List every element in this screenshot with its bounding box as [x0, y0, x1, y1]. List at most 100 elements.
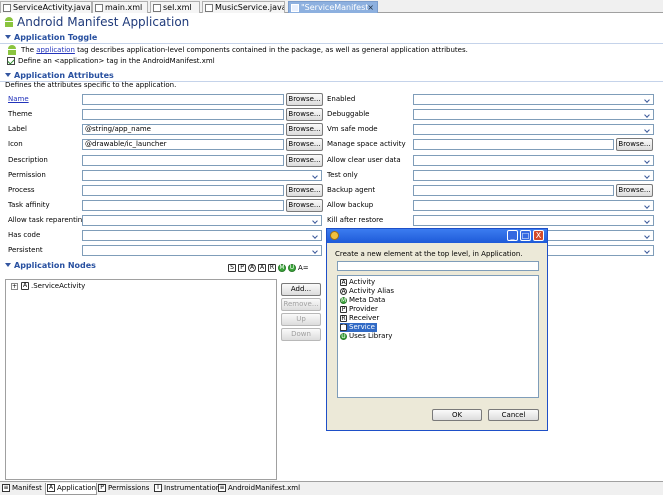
kill-after-restore-combo[interactable] — [413, 215, 654, 226]
has-code-combo[interactable] — [82, 230, 322, 241]
filter-provider-icon[interactable]: P — [238, 263, 246, 272]
enabled-label: Enabled — [327, 95, 356, 103]
filter-activity-icon[interactable]: A — [258, 263, 266, 272]
persistent-combo[interactable] — [82, 245, 322, 256]
list-item-activity-alias[interactable]: A Activity Alias — [340, 287, 396, 296]
process-input[interactable] — [82, 185, 284, 196]
task-affinity-browse-button[interactable]: Browse... — [286, 199, 323, 212]
list-item-activity[interactable]: A Activity — [340, 278, 377, 287]
chevron-down-icon[interactable] — [643, 202, 652, 209]
define-application-checkbox[interactable] — [7, 57, 15, 65]
chevron-down-icon[interactable] — [643, 157, 652, 164]
tab-application[interactable]: A Application — [45, 483, 97, 495]
test-only-combo[interactable] — [413, 170, 654, 181]
sort-alpha-icon[interactable]: A= — [298, 264, 309, 272]
filter-service-icon[interactable]: S — [228, 263, 236, 272]
manage-space-activity-input[interactable] — [413, 139, 614, 150]
allow-backup-combo[interactable] — [413, 200, 654, 211]
receiver-icon: R — [340, 314, 347, 322]
chevron-down-icon[interactable] — [643, 232, 652, 239]
name-input[interactable] — [82, 94, 284, 105]
process-browse-button[interactable]: Browse... — [286, 184, 323, 197]
close-icon[interactable]: X — [533, 230, 544, 241]
debuggable-combo[interactable] — [413, 109, 654, 120]
chevron-down-icon[interactable] — [643, 217, 652, 224]
permission-combo[interactable] — [82, 170, 322, 181]
list-item-label: Meta Data — [349, 296, 386, 304]
chevron-down-icon[interactable] — [643, 96, 652, 103]
java-file-icon — [3, 4, 11, 12]
task-affinity-input[interactable] — [82, 200, 284, 211]
list-item-provider[interactable]: P Provider — [340, 305, 380, 314]
expand-icon[interactable]: + — [11, 282, 18, 290]
chevron-down-icon[interactable] — [311, 172, 320, 179]
remove-node-button[interactable]: Remove... — [281, 298, 321, 311]
tab-android-manifest-xml[interactable]: ≡ AndroidManifest.xml — [217, 483, 300, 495]
close-tab-icon[interactable]: × — [367, 2, 374, 13]
java-file-icon — [205, 4, 213, 12]
define-application-label: Define an <application> tag in the Andro… — [18, 57, 215, 65]
tab-service-activity-java[interactable]: ServiceActivity.java — [0, 1, 92, 13]
add-node-button[interactable]: Add... — [281, 283, 321, 296]
backup-agent-browse-button[interactable]: Browse... — [616, 184, 653, 197]
description-browse-button[interactable]: Browse... — [286, 154, 323, 167]
name-browse-button[interactable]: Browse... — [286, 93, 323, 106]
service-icon: S — [340, 323, 347, 331]
description-input[interactable] — [82, 155, 284, 166]
chevron-down-icon[interactable] — [643, 172, 652, 179]
filter-meta-data-icon[interactable]: M — [278, 263, 286, 272]
application-toggle-header[interactable]: Application Toggle — [0, 32, 663, 44]
theme-browse-button[interactable]: Browse... — [286, 108, 323, 121]
move-down-button[interactable]: Down — [281, 328, 321, 341]
backup-agent-input[interactable] — [413, 185, 614, 196]
chevron-down-icon[interactable] — [643, 111, 652, 118]
filter-receiver-icon[interactable]: R — [268, 263, 276, 272]
instrumentation-icon: I — [154, 484, 162, 492]
chevron-down-icon[interactable] — [311, 247, 320, 254]
label-browse-button[interactable]: Browse... — [286, 123, 323, 136]
allow-clear-user-data-combo[interactable] — [413, 155, 654, 166]
persistent-label: Persistent — [8, 246, 43, 254]
vm-safe-mode-combo[interactable] — [413, 124, 654, 135]
chevron-down-icon[interactable] — [643, 247, 652, 254]
element-type-list[interactable]: A Activity A Activity Alias M Meta Data P Provi… — [337, 275, 539, 398]
cancel-button[interactable]: Cancel — [488, 409, 539, 421]
list-item-uses-library[interactable]: U Uses Library — [340, 332, 394, 341]
element-filter-input[interactable] — [337, 261, 539, 271]
manifest-file-icon — [291, 4, 299, 12]
theme-input[interactable] — [82, 109, 284, 120]
has-code-label: Has code — [8, 231, 41, 239]
name-label[interactable]: Name — [8, 95, 29, 104]
enabled-combo[interactable] — [413, 94, 654, 105]
tab-instrumentation[interactable]: I Instrumentation — [153, 483, 220, 495]
list-item-meta-data[interactable]: M Meta Data — [340, 296, 387, 305]
tab-music-service-java[interactable]: MusicService.java — [202, 1, 285, 13]
minimize-icon[interactable]: _ — [507, 230, 518, 241]
permissions-icon: P — [98, 484, 106, 492]
allow-task-reparenting-label: Allow task reparenting — [8, 216, 87, 224]
move-up-button[interactable]: Up — [281, 313, 321, 326]
icon-browse-button[interactable]: Browse... — [286, 138, 323, 151]
tab-manifest[interactable]: ≡ Manifest — [1, 483, 42, 495]
ok-button[interactable]: OK — [432, 409, 482, 421]
tab-permissions[interactable]: P Permissions — [97, 483, 149, 495]
chevron-down-icon[interactable] — [643, 126, 652, 133]
manage-space-activity-browse-button[interactable]: Browse... — [616, 138, 653, 151]
filter-uses-library-icon[interactable]: U — [288, 263, 296, 272]
dialog-title-bar[interactable]: _ □ X — [327, 229, 547, 243]
list-item-receiver[interactable]: R Receiver — [340, 314, 381, 323]
label-input[interactable]: @string/app_name — [82, 124, 284, 135]
tab-sel-xml[interactable]: sel.xml — [150, 1, 200, 13]
tab-service-manifest[interactable]: "ServiceManifest × — [288, 1, 378, 13]
application-tag-link[interactable]: application — [36, 46, 75, 54]
tab-main-xml[interactable]: main.xml — [92, 1, 148, 13]
icon-input[interactable]: @drawable/ic_launcher — [82, 139, 284, 150]
filter-activity-alias-icon[interactable]: A — [248, 263, 256, 272]
maximize-icon[interactable]: □ — [520, 230, 531, 241]
allow-task-reparenting-combo[interactable] — [82, 215, 322, 226]
tree-item-service-activity[interactable]: + A .ServiceActivity — [11, 282, 85, 291]
chevron-down-icon[interactable] — [311, 217, 320, 224]
application-nodes-tree[interactable]: + A .ServiceActivity — [5, 279, 277, 480]
chevron-down-icon[interactable] — [311, 232, 320, 239]
list-item-service[interactable]: S Service — [340, 323, 377, 332]
